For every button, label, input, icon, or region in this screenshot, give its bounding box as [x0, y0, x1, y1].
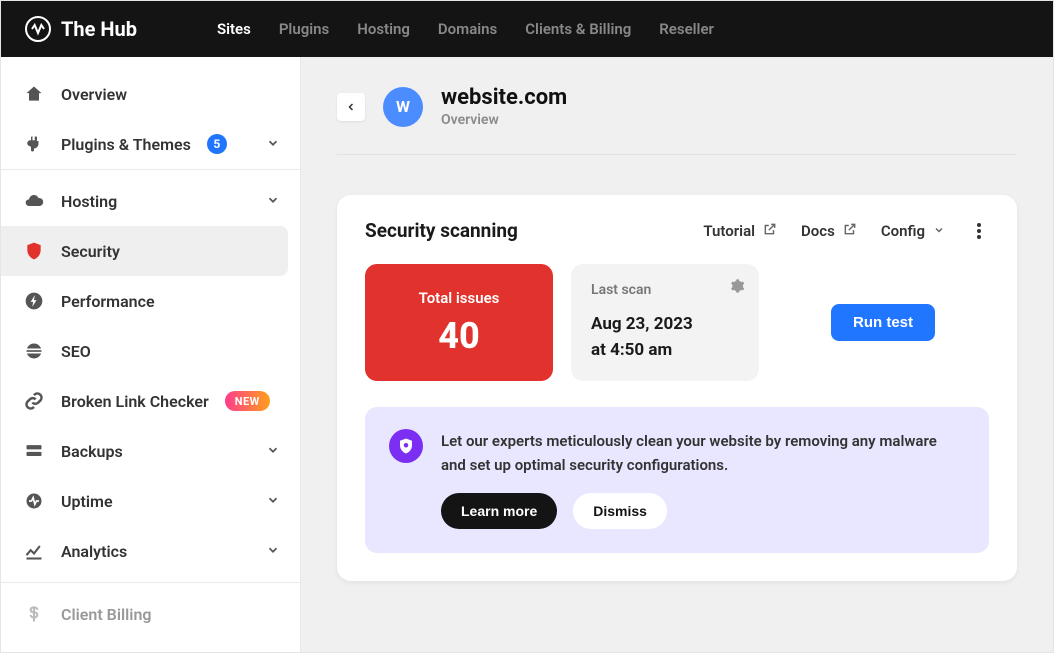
- tutorial-link[interactable]: Tutorial: [703, 222, 777, 240]
- sidebar-item-label: Broken Link Checker: [61, 392, 209, 411]
- tile-value: Aug 23, 2023 at 4:50 am: [591, 312, 739, 363]
- main: W website.com Overview Security scanning…: [301, 57, 1053, 652]
- total-issues-tile[interactable]: Total issues 40: [365, 264, 553, 381]
- promo-banner: Let our experts meticulously clean your …: [365, 407, 989, 553]
- top-nav-links: Sites Plugins Hosting Domains Clients & …: [217, 20, 714, 38]
- chevron-down-icon: [266, 192, 280, 211]
- home-icon: [23, 84, 45, 104]
- dollar-icon: [23, 604, 45, 624]
- page-header: W website.com Overview: [337, 85, 1017, 155]
- tile-label: Total issues: [419, 289, 500, 307]
- sidebar: Overview Plugins & Themes 5 Hosting: [1, 57, 301, 652]
- shield-icon: [23, 241, 45, 261]
- docs-link[interactable]: Docs: [801, 222, 857, 240]
- link-label: Config: [881, 222, 925, 240]
- nav-clients[interactable]: Clients & Billing: [525, 20, 631, 38]
- site-avatar: W: [383, 87, 423, 127]
- chevron-down-icon: [933, 222, 945, 240]
- run-test-button[interactable]: Run test: [831, 304, 935, 341]
- heartbeat-icon: [23, 491, 45, 511]
- last-scan-time: at 4:50 am: [591, 340, 672, 360]
- last-scan-tile: Last scan Aug 23, 2023 at 4:50 am: [571, 264, 759, 381]
- nav-plugins[interactable]: Plugins: [279, 20, 329, 38]
- link-label: Tutorial: [703, 222, 755, 240]
- nav-sites[interactable]: Sites: [217, 20, 251, 38]
- promo-text: Let our experts meticulously clean your …: [441, 429, 965, 477]
- card-title: Security scanning: [365, 219, 518, 242]
- sidebar-item-client-billing[interactable]: Client Billing: [1, 589, 300, 639]
- tile-value: 40: [438, 315, 480, 357]
- sidebar-item-label: SEO: [61, 342, 91, 361]
- sidebar-item-uptime[interactable]: Uptime: [1, 476, 300, 526]
- card-header: Security scanning Tutorial Docs Config: [365, 219, 989, 242]
- learn-more-button[interactable]: Learn more: [441, 493, 557, 529]
- chevron-down-icon: [266, 135, 280, 154]
- external-link-icon: [843, 222, 857, 240]
- back-button[interactable]: [337, 93, 365, 121]
- sidebar-item-label: Analytics: [61, 542, 127, 561]
- stack-icon: [23, 441, 45, 461]
- sidebar-item-label: Client Billing: [61, 605, 152, 624]
- brand-name: The Hub: [61, 17, 137, 41]
- sidebar-item-label: Plugins & Themes: [61, 135, 191, 154]
- sidebar-item-label: Uptime: [61, 492, 113, 511]
- chart-icon: [23, 541, 45, 561]
- config-dropdown[interactable]: Config: [881, 222, 945, 240]
- sidebar-item-label: Hosting: [61, 192, 117, 211]
- sidebar-item-label: Performance: [61, 292, 155, 311]
- sidebar-item-label: Backups: [61, 442, 123, 461]
- globe-icon: [23, 341, 45, 361]
- avatar-initial: W: [396, 97, 410, 116]
- shield-badge-icon: [389, 429, 423, 463]
- stats-row: Total issues 40 Last scan Aug 23, 2023 a…: [365, 264, 989, 381]
- plug-icon: [23, 135, 45, 153]
- sidebar-item-label: Security: [61, 242, 120, 261]
- sidebar-item-backups[interactable]: Backups: [1, 426, 300, 476]
- nav-domains[interactable]: Domains: [438, 20, 497, 38]
- gear-icon[interactable]: [729, 278, 745, 298]
- page-title: website.com: [441, 85, 567, 110]
- nav-reseller[interactable]: Reseller: [659, 20, 714, 38]
- sidebar-item-broken-link[interactable]: Broken Link Checker NEW: [1, 376, 300, 426]
- sidebar-item-security[interactable]: Security: [1, 226, 288, 276]
- dismiss-button[interactable]: Dismiss: [573, 493, 667, 529]
- last-scan-date: Aug 23, 2023: [591, 314, 693, 334]
- sidebar-item-seo[interactable]: SEO: [1, 326, 300, 376]
- top-nav: The Hub Sites Plugins Hosting Domains Cl…: [1, 1, 1053, 57]
- brand[interactable]: The Hub: [25, 16, 137, 42]
- sidebar-item-analytics[interactable]: Analytics: [1, 526, 300, 576]
- sidebar-item-performance[interactable]: Performance: [1, 276, 300, 326]
- external-link-icon: [763, 222, 777, 240]
- security-card: Security scanning Tutorial Docs Config: [337, 195, 1017, 581]
- run-test-col: Run test: [777, 264, 989, 381]
- chevron-down-icon: [266, 542, 280, 561]
- badge-new: NEW: [225, 391, 270, 411]
- link-label: Docs: [801, 222, 835, 240]
- link-icon: [23, 391, 45, 411]
- sidebar-item-overview[interactable]: Overview: [1, 69, 300, 119]
- badge-count: 5: [207, 134, 227, 154]
- brand-logo-icon: [25, 16, 51, 42]
- sidebar-item-label: Overview: [61, 85, 127, 104]
- chevron-down-icon: [266, 442, 280, 461]
- page-subtitle: Overview: [441, 112, 567, 128]
- nav-hosting[interactable]: Hosting: [357, 20, 410, 38]
- more-menu-button[interactable]: [969, 223, 989, 239]
- tile-label: Last scan: [591, 282, 739, 298]
- chevron-down-icon: [266, 492, 280, 511]
- sidebar-item-plugins-themes[interactable]: Plugins & Themes 5: [1, 119, 300, 169]
- bolt-icon: [23, 291, 45, 311]
- cloud-icon: [23, 191, 45, 211]
- sidebar-item-hosting[interactable]: Hosting: [1, 176, 300, 226]
